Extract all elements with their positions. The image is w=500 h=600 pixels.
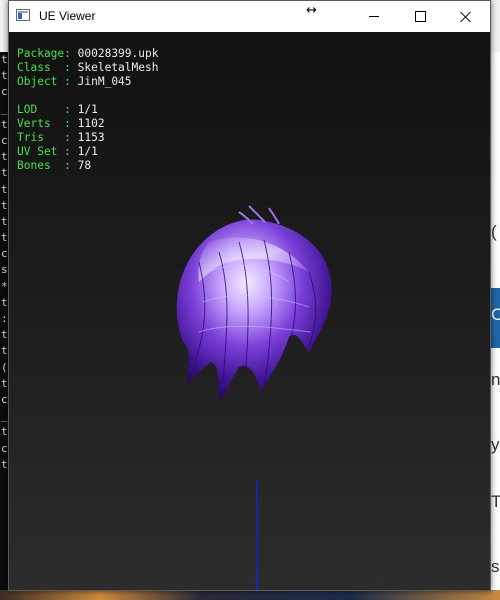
- info-row-bones: Bones : 78: [17, 159, 92, 172]
- close-button[interactable]: [443, 1, 489, 32]
- hair-strands: [176, 205, 332, 400]
- axis-line: [256, 481, 258, 590]
- info-row-lod: LOD : 1/1: [17, 103, 98, 116]
- background-text-fragment: na: [491, 370, 500, 389]
- title-bar[interactable]: UE Viewer ↔: [9, 1, 490, 32]
- background-browser-window: ( Cna y Ts: [490, 52, 500, 600]
- background-text-fragment: T: [491, 492, 500, 511]
- resize-cursor-icon: ↔: [306, 3, 317, 18]
- 3d-viewport[interactable]: Package: 00028399.upk Class : SkeletalMe…: [9, 32, 490, 590]
- maximize-icon: [414, 11, 426, 22]
- background-text-fragment: y: [491, 435, 500, 454]
- info-row-package: Package: 00028399.upk: [17, 47, 159, 60]
- info-row-object: Object : JinM_045: [17, 75, 132, 88]
- ue-viewer-window[interactable]: UE Viewer ↔ Package: 00028399.upk Class …: [8, 0, 491, 591]
- background-text-fragment: C: [491, 305, 500, 324]
- info-row-tris: Tris : 1153: [17, 131, 105, 144]
- app-window-icon[interactable]: [16, 9, 30, 21]
- background-text-fragment: s: [491, 557, 500, 576]
- hair-mesh-render[interactable]: [169, 202, 339, 402]
- mesh-info-overlay: Package: 00028399.upk Class : SkeletalMe…: [17, 47, 158, 173]
- close-icon: [460, 11, 472, 23]
- info-row-uvset: UV Set : 1/1: [17, 145, 98, 158]
- maximize-button[interactable]: [397, 1, 443, 32]
- minimize-button[interactable]: [351, 1, 397, 32]
- minimize-icon: [369, 16, 379, 17]
- background-text-fragment: (: [491, 222, 497, 241]
- window-title: UE Viewer: [39, 9, 96, 23]
- info-row-verts: Verts : 1102: [17, 117, 105, 130]
- info-row-class: Class : SkeletalMesh: [17, 61, 159, 74]
- taskbar-wallpaper-strip: [0, 590, 500, 600]
